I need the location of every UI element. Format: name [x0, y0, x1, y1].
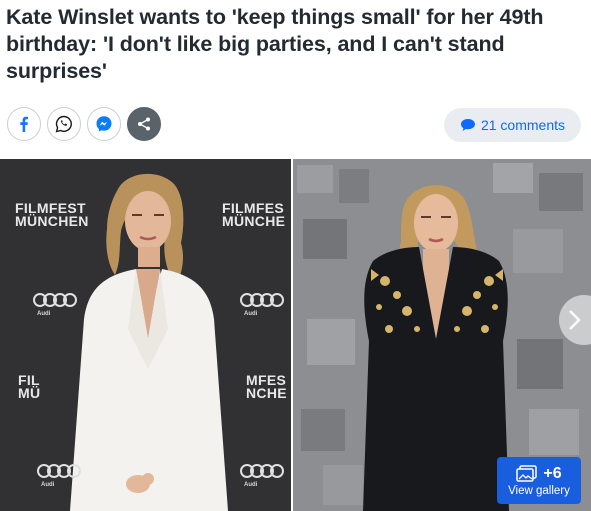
- comment-bubble-icon: [460, 119, 475, 131]
- audi-logo: [33, 293, 77, 307]
- view-gallery-label: View gallery: [508, 484, 570, 497]
- comments-label: 21 comments: [480, 117, 566, 133]
- banner-text: FILMFES MÜNCHE: [222, 200, 286, 229]
- banner-text: FILMFEST MÜNCHEN: [15, 200, 89, 229]
- article-headline: Kate Winslet wants to 'keep things small…: [6, 5, 544, 83]
- audi-logo: [240, 464, 284, 478]
- messenger-share-button[interactable]: [87, 107, 121, 141]
- comments-button[interactable]: 21 comments: [444, 108, 581, 142]
- extra-photo-count: +6: [543, 464, 562, 482]
- facebook-icon: [20, 116, 28, 132]
- audi-word: Audi: [244, 311, 258, 317]
- facebook-share-button[interactable]: [7, 107, 41, 141]
- audi-logo: [37, 464, 81, 478]
- audi-word: Audi: [41, 482, 55, 488]
- share-icon: [138, 117, 150, 131]
- banner-text: MFES NCHE: [246, 372, 287, 401]
- view-gallery-button[interactable]: +6 View gallery: [497, 457, 581, 504]
- messenger-icon: [96, 116, 112, 132]
- share-bar: [7, 107, 161, 141]
- whatsapp-share-button[interactable]: [47, 107, 81, 141]
- gallery-images-icon: [516, 464, 538, 482]
- whatsapp-icon: [55, 115, 72, 133]
- gallery-photo-left[interactable]: FILMFEST MÜNCHEN FILMFES MÜNCHE FIL MÜ M…: [0, 159, 291, 511]
- banner-text: FIL MÜ: [18, 372, 41, 401]
- audi-word: Audi: [244, 482, 258, 488]
- share-button[interactable]: [127, 107, 161, 141]
- chevron-right-icon: [569, 310, 581, 330]
- audi-word: Audi: [37, 311, 51, 317]
- audi-logo: [240, 293, 284, 307]
